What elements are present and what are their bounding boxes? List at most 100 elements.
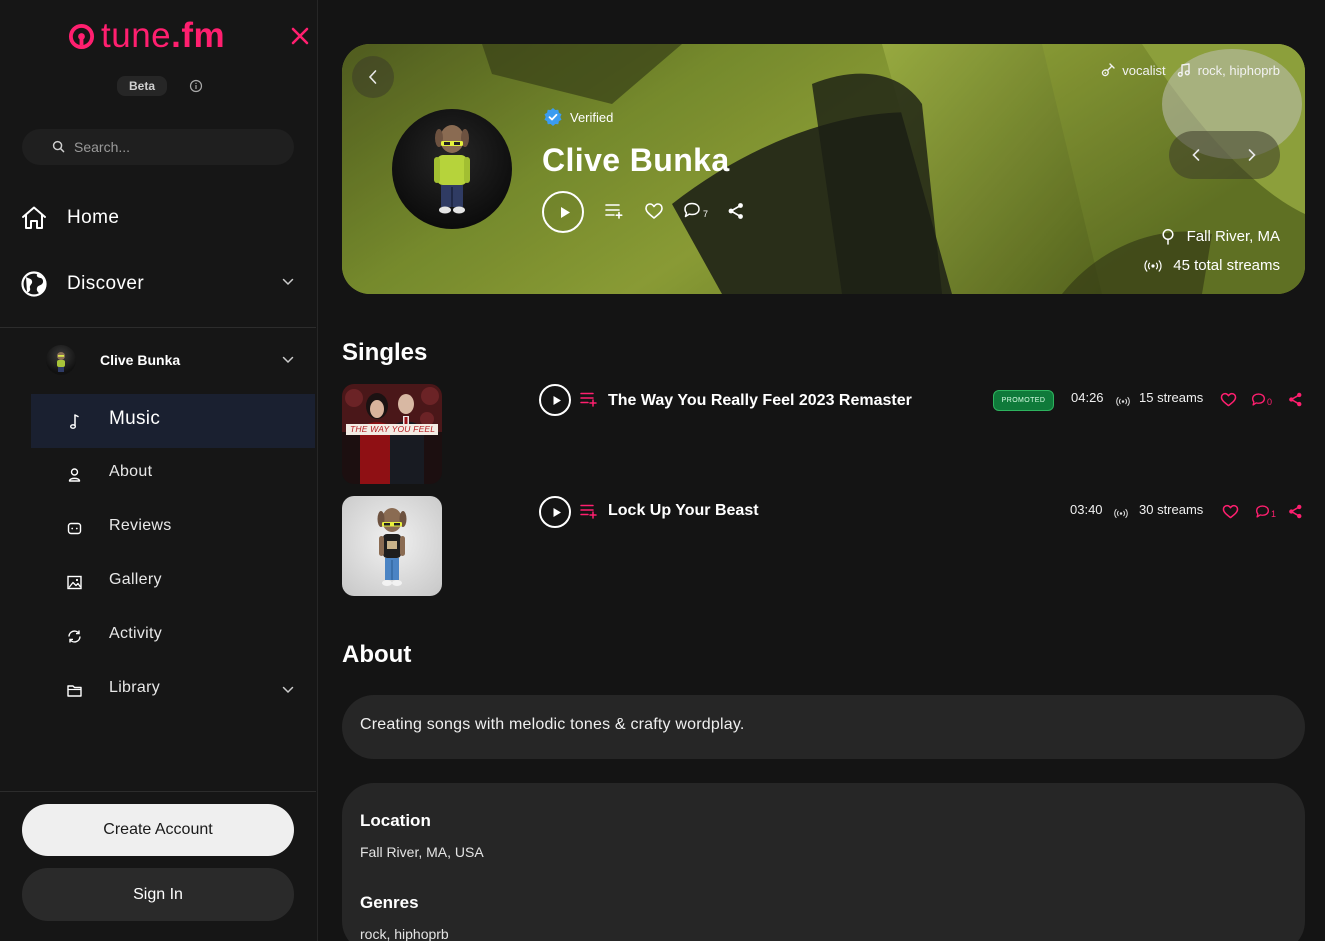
total-streams-label: 45 total streams [1173,257,1280,274]
search-icon [52,140,65,153]
globe-icon [21,271,47,297]
track-title[interactable]: The Way You Really Feel 2023 Remaster [608,392,912,410]
add-to-queue-icon[interactable] [580,391,598,407]
about-bio: Creating songs with melodic tones & craf… [342,695,1305,759]
add-to-queue-icon[interactable] [580,503,598,519]
singles-heading: Singles [342,339,428,366]
beta-badge: Beta [117,76,168,96]
track-play-button[interactable] [539,496,571,528]
comments-button[interactable]: 7 [682,201,708,219]
sidebar-item-activity[interactable]: Activity [31,609,315,663]
nav-discover-label: Discover [67,273,145,294]
logo-text: tune.fm [101,16,226,55]
role-tag: vocalist [1100,62,1166,78]
broadcast-icon [1116,396,1130,407]
beta-row: Beta [117,76,203,96]
track-play-button[interactable] [539,384,571,416]
heart-icon[interactable] [1222,504,1239,519]
nav-home-label: Home [67,207,120,228]
track-comments-button[interactable]: 0 [1250,392,1272,407]
genre-tag-label: rock, hiphoprb [1197,62,1280,78]
previous-button[interactable] [1169,131,1224,179]
profile-avatar [46,345,76,375]
role-tag-label: vocalist [1122,62,1166,78]
about-heading: About [342,641,412,668]
refresh-icon [68,630,81,643]
share-icon[interactable] [1288,392,1303,407]
comment-count: 7 [703,209,709,219]
track-title[interactable]: Lock Up Your Beast [608,502,759,520]
back-button[interactable] [352,56,394,98]
sidebar-item-music[interactable]: Music [31,394,315,448]
hero-carousel-nav [1169,131,1280,179]
nav-home[interactable]: Home [0,193,318,243]
close-icon[interactable] [288,24,312,48]
location-label: Fall River, MA [1186,228,1280,245]
next-button[interactable] [1225,131,1280,179]
sidebar-item-label: Music [109,408,161,429]
sidebar-divider [0,327,316,328]
sidebar-item-label: Activity [109,625,163,642]
profile-name: Clive Bunka [100,352,181,368]
sidebar-divider [0,791,316,792]
location-heading: Location [360,811,431,830]
broadcast-icon [1114,508,1128,519]
sidebar-item-label: Library [109,679,161,696]
sidebar: tune.fm Beta Home Disco [0,0,318,941]
sign-in-button[interactable]: Sign In [22,868,294,921]
chevron-left-icon [368,70,377,84]
sidebar-item-reviews[interactable]: Reviews [31,501,315,555]
track-streams: 30 streams [1139,502,1204,517]
tunefm-logo[interactable]: tune.fm [68,16,225,56]
track-cover[interactable] [342,496,442,596]
artist-location: Fall River, MA [1161,228,1280,245]
artist-hero-banner: Verified Clive Bunka 7 vocalist rock, hi… [342,44,1305,294]
play-icon [561,207,570,218]
nav-profile[interactable]: Clive Bunka [0,338,318,382]
track-cover[interactable]: THE WAY YOU FEEL [342,384,442,484]
track-comments-button[interactable]: 1 [1254,504,1276,519]
music-note-icon [69,414,79,429]
create-account-button[interactable]: Create Account [22,804,294,856]
search-box[interactable] [22,129,294,165]
chevron-left-icon [1192,149,1200,161]
music-note-icon [1177,63,1190,77]
info-icon[interactable] [189,79,203,93]
artist-name: Clive Bunka [542,142,730,178]
chevron-down-icon [282,356,294,364]
heart-icon[interactable] [1220,392,1237,407]
location-value: Fall River, MA, USA [360,844,484,860]
comment-icon [1252,393,1266,406]
share-icon[interactable] [727,202,745,220]
track-row: THE WAY YOU FEEL The Way You Really Feel… [342,384,1305,484]
add-to-queue-icon[interactable] [604,202,624,220]
sidebar-item-label: About [109,463,153,480]
broadcast-icon [1144,259,1162,272]
nav-discover[interactable]: Discover [0,259,318,309]
chevron-down-icon [282,278,294,286]
search-input[interactable] [74,139,274,155]
image-icon [67,575,82,590]
sidebar-item-library[interactable]: Library [31,663,315,717]
sidebar-item-label: Reviews [109,517,172,534]
track-comment-count: 0 [1267,397,1273,407]
verified-label: Verified [570,109,614,125]
genres-heading: Genres [360,893,419,912]
folder-icon [67,685,82,697]
sidebar-item-gallery[interactable]: Gallery [31,555,315,609]
genres-value: rock, hiphoprb [360,926,449,941]
promoted-badge: PROMOTED [993,390,1054,411]
heart-icon[interactable] [644,202,664,220]
verified-badge: Verified [543,107,613,127]
artist-tags: vocalist rock, hiphoprb [1100,62,1280,78]
guitar-icon [1102,63,1115,77]
logo-row: tune.fm [0,14,318,58]
play-button[interactable] [542,191,584,233]
sidebar-item-about[interactable]: About [31,447,315,501]
cover-text: THE WAY YOU FEEL [350,424,436,434]
track-row: Lock Up Your Beast 03:40 30 streams 1 [342,496,1305,596]
track-duration: 03:40 [1070,502,1103,517]
location-pin-icon [1162,228,1174,245]
share-icon[interactable] [1288,504,1303,519]
reviews-icon [67,522,82,535]
